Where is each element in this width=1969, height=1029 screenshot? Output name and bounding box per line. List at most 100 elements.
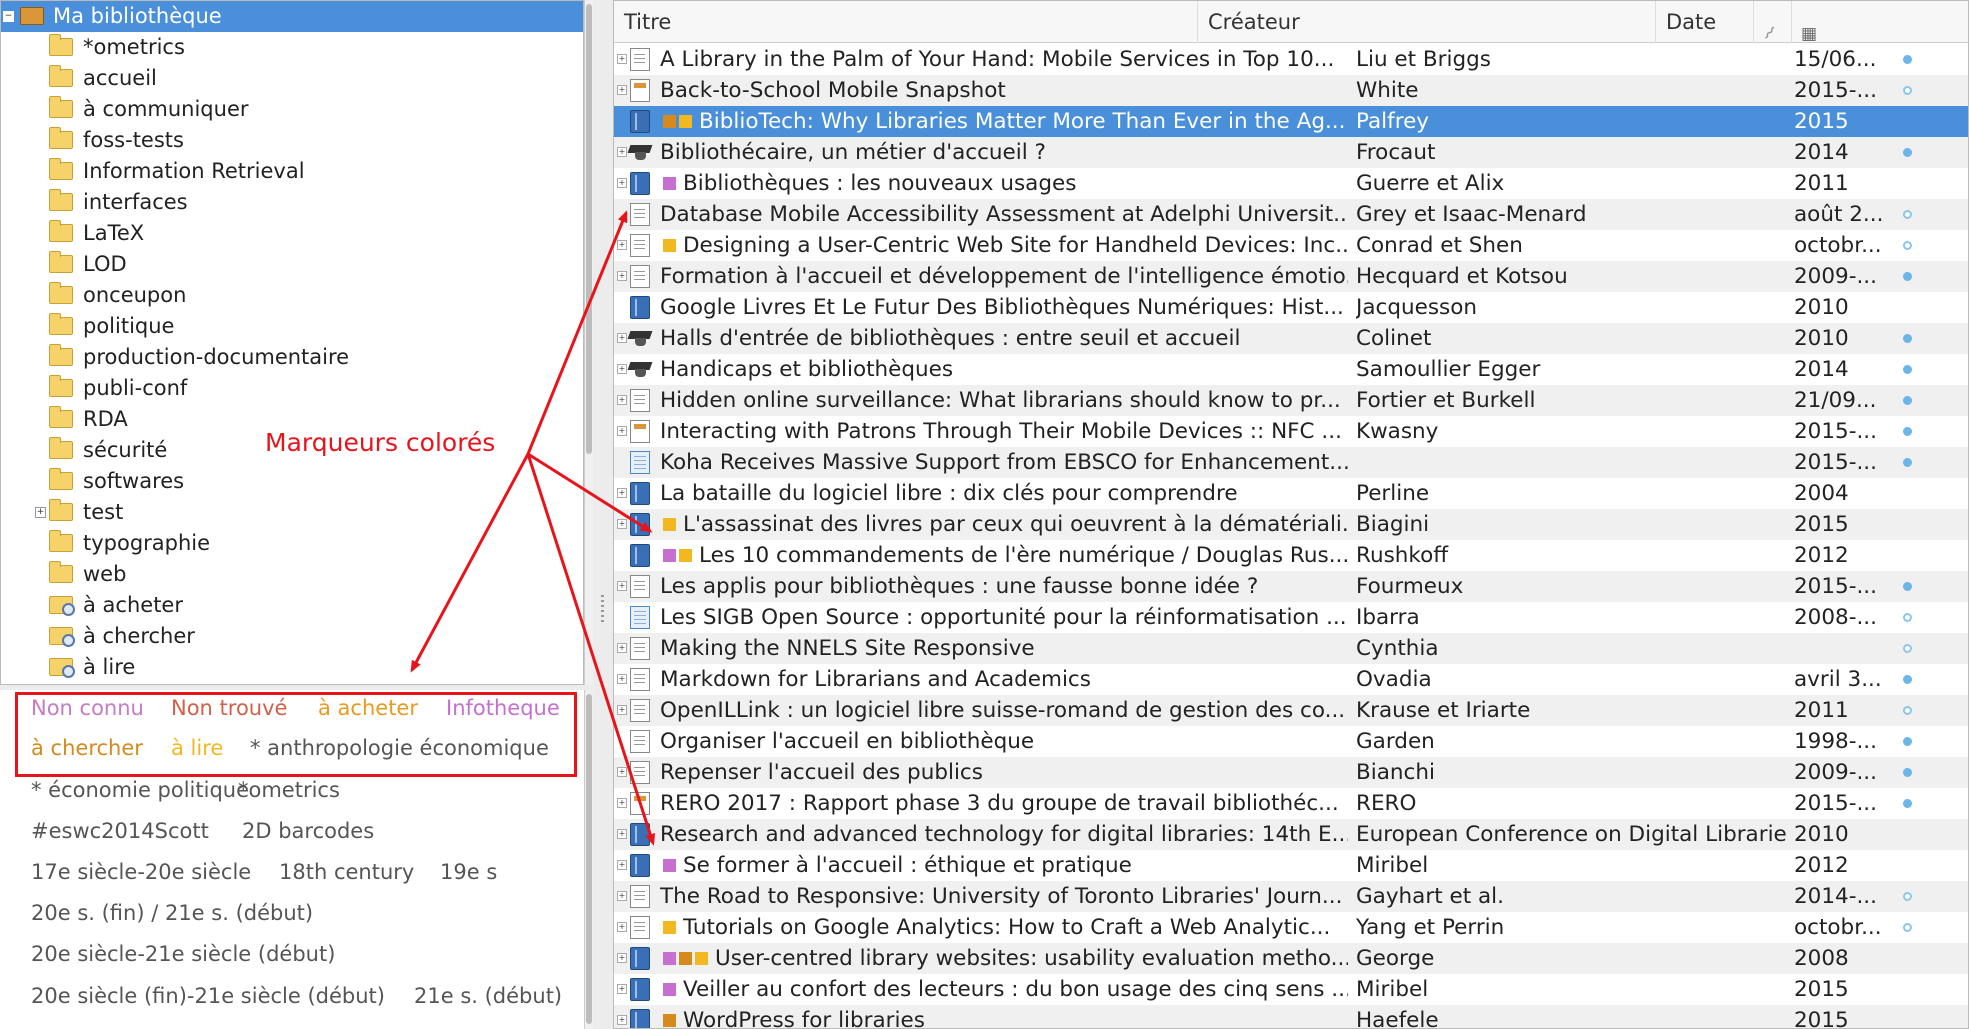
attachment-icon[interactable] <box>1903 675 1912 684</box>
item-row[interactable]: + Interacting with Patrons Through Their … <box>614 416 1968 447</box>
attachment-icon[interactable] <box>1903 892 1912 901</box>
vertical-splitter[interactable] <box>593 0 613 1029</box>
item-row[interactable]: Organiser l'accueil en bibliothèque Garde… <box>614 726 1968 757</box>
item-row[interactable]: + Back-to-School Mobile Snapshot White 2015… <box>614 75 1968 106</box>
expand-icon[interactable]: + <box>617 581 627 591</box>
attachment-icon[interactable] <box>1903 210 1912 219</box>
collection-item[interactable]: LOD <box>1 249 583 280</box>
attachment-icon[interactable] <box>1903 241 1912 250</box>
collapse-icon[interactable]: − <box>3 11 14 22</box>
expand-icon[interactable]: + <box>617 953 627 963</box>
expand-icon[interactable]: + <box>617 178 627 188</box>
item-row[interactable]: + Formation à l'accueil et développement … <box>614 261 1968 292</box>
collection-scrollbar[interactable] <box>584 0 593 685</box>
expand-icon[interactable]: + <box>617 674 627 684</box>
column-header-attachments[interactable]: ⌇ <box>1754 1 1792 44</box>
collection-item[interactable]: + test <box>1 497 583 528</box>
attachment-icon[interactable] <box>1903 613 1912 622</box>
item-row[interactable]: + Markdown for Librarians and Academics Ov… <box>614 664 1968 695</box>
collection-tree[interactable]: − Ma bibliothèque *ometrics accueil à comm… <box>0 0 584 685</box>
tag[interactable]: #eswc2014Scott <box>31 819 209 843</box>
attachment-icon[interactable] <box>1903 799 1912 808</box>
collection-item[interactable]: à lire <box>1 652 583 683</box>
splitter-grip[interactable] <box>601 595 604 625</box>
item-row[interactable]: + Research and advanced technology for di… <box>614 819 1968 850</box>
attachment-icon[interactable] <box>1903 55 1912 64</box>
item-row[interactable]: Les 10 commandements de l'ère numérique … <box>614 540 1968 571</box>
attachment-icon[interactable] <box>1903 737 1912 746</box>
collection-item[interactable]: production-documentaire <box>1 342 583 373</box>
item-row[interactable]: + Hidden online surveillance: What librar… <box>614 385 1968 416</box>
item-row[interactable]: + Veiller au confort des lecteurs : du bo… <box>614 974 1968 1005</box>
tag[interactable]: 21e s. (début) <box>414 984 562 1008</box>
expand-icon[interactable]: + <box>617 1015 627 1025</box>
expand-icon[interactable]: + <box>617 488 627 498</box>
expand-icon[interactable]: + <box>617 984 627 994</box>
collection-item[interactable]: web <box>1 559 583 590</box>
expand-icon[interactable]: + <box>617 519 627 529</box>
column-header-title[interactable]: Titre <box>614 1 1198 43</box>
column-header-date[interactable]: Date <box>1656 1 1754 43</box>
attachment-icon[interactable] <box>1903 458 1912 467</box>
item-row[interactable]: + La bataille du logiciel libre : dix clé… <box>614 478 1968 509</box>
attachment-icon[interactable] <box>1903 582 1912 591</box>
item-row[interactable]: + Designing a User-Centric Web Site for H… <box>614 230 1968 261</box>
item-row[interactable]: + Halls d'entrée de bibliothèques : entre… <box>614 323 1968 354</box>
expand-icon[interactable]: + <box>617 643 627 653</box>
scrollbar-thumb[interactable] <box>586 694 592 1024</box>
collection-item[interactable]: interfaces <box>1 187 583 218</box>
tag[interactable]: *ometrics <box>238 778 340 802</box>
item-row[interactable]: BiblioTech: Why Libraries Matter More Th… <box>614 106 1968 137</box>
attachment-icon[interactable] <box>1903 272 1912 281</box>
tag[interactable]: 2D barcodes <box>242 819 374 843</box>
expand-icon[interactable]: + <box>617 891 627 901</box>
expand-icon[interactable]: + <box>617 798 627 808</box>
item-row[interactable]: + The Road to Responsive: University of T… <box>614 881 1968 912</box>
collection-item[interactable]: accueil <box>1 63 583 94</box>
collection-root[interactable]: − Ma bibliothèque <box>1 1 583 32</box>
collection-item[interactable]: softwares <box>1 466 583 497</box>
expand-icon[interactable]: + <box>617 54 627 64</box>
item-row[interactable]: Google Livres Et Le Futur Des Bibliothèq… <box>614 292 1968 323</box>
attachment-icon[interactable] <box>1903 334 1912 343</box>
expand-icon[interactable]: + <box>617 829 627 839</box>
expand-icon[interactable]: + <box>617 333 627 343</box>
item-row[interactable]: + A Library in the Palm of Your Hand: Mob… <box>614 44 1968 75</box>
item-row[interactable]: + WordPress for libraries Haefele 2015 <box>614 1005 1968 1028</box>
expand-icon[interactable]: + <box>617 860 627 870</box>
attachment-icon[interactable] <box>1903 427 1912 436</box>
expand-icon[interactable]: + <box>617 767 627 777</box>
expand-icon[interactable]: + <box>617 705 627 715</box>
collection-item[interactable]: à chercher <box>1 621 583 652</box>
column-header-creator[interactable]: Créateur <box>1198 1 1656 43</box>
collection-item[interactable]: à acheter <box>1 590 583 621</box>
collection-item[interactable]: LaTeX <box>1 218 583 249</box>
item-row[interactable]: + Bibliothécaire, un métier d'accueil ? Fr… <box>614 137 1968 168</box>
collection-item[interactable]: Information Retrieval <box>1 156 583 187</box>
expand-icon[interactable]: + <box>617 364 627 374</box>
collection-item[interactable]: politique <box>1 311 583 342</box>
attachment-icon[interactable] <box>1903 365 1912 374</box>
expand-icon[interactable]: + <box>617 922 627 932</box>
expand-icon[interactable]: + <box>617 85 627 95</box>
item-row[interactable]: Les SIGB Open Source : opportunité pour … <box>614 602 1968 633</box>
tag[interactable]: 20e s. (fin) / 21e s. (début) <box>31 901 313 925</box>
scrollbar-thumb[interactable] <box>586 4 592 454</box>
item-row[interactable]: Koha Receives Massive Support from EBSCO… <box>614 447 1968 478</box>
tag[interactable]: 20e siècle (fin)-21e siècle (début) <box>31 984 385 1008</box>
item-row[interactable]: + Bibliothèques : les nouveaux usages Guer… <box>614 168 1968 199</box>
attachment-icon[interactable] <box>1903 396 1912 405</box>
column-picker[interactable]: ▦ <box>1792 1 1828 44</box>
tag[interactable]: 18th century <box>279 860 414 884</box>
attachment-icon[interactable] <box>1903 644 1912 653</box>
item-row[interactable]: + Se former à l'accueil : éthique et prat… <box>614 850 1968 881</box>
attachment-icon[interactable] <box>1903 86 1912 95</box>
attachment-icon[interactable] <box>1903 706 1912 715</box>
attachment-icon[interactable] <box>1903 923 1912 932</box>
expand-icon[interactable]: + <box>617 147 627 157</box>
tag[interactable]: 17e siècle-20e siècle <box>31 860 251 884</box>
expand-icon[interactable]: + <box>617 271 627 281</box>
collection-item[interactable]: *ometrics <box>1 32 583 63</box>
attachment-icon[interactable] <box>1903 148 1912 157</box>
expand-icon[interactable]: + <box>617 240 627 250</box>
